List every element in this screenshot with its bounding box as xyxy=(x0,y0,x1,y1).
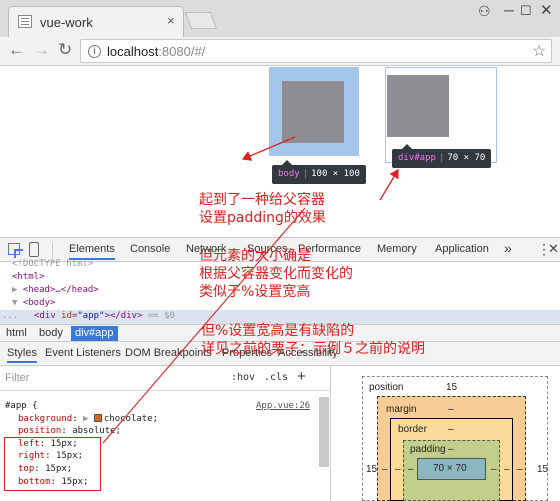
html-node[interactable]: <html> xyxy=(12,271,45,284)
padding-label: padding xyxy=(410,444,446,455)
annotation-percent-drawback: 但%设置宽高是有缺陷的 详见之前的栗子：示例５之前的说明 xyxy=(201,323,425,357)
dollar-zero: == $0 xyxy=(147,311,175,321)
expand-arrow-icon[interactable]: ▶ xyxy=(12,285,23,295)
body-node[interactable]: ▼ <body> xyxy=(12,297,55,310)
styles-scrollbar[interactable] xyxy=(319,397,329,467)
position-label: position xyxy=(369,382,404,393)
back-arrow-icon[interactable]: ← xyxy=(8,40,25,60)
collapse-arrow-icon[interactable]: ▼ xyxy=(12,298,23,308)
color-swatch-icon[interactable] xyxy=(93,414,102,422)
rule-source-link[interactable]: App.vue:26 xyxy=(256,400,310,412)
app-box xyxy=(387,75,449,137)
panel-divider[interactable] xyxy=(330,366,331,501)
rule-selector[interactable]: #app { xyxy=(5,400,38,412)
tab-application[interactable]: Application xyxy=(435,243,489,255)
head-node[interactable]: ▶ <head>…</head> xyxy=(12,284,99,297)
devtools-close-icon[interactable]: ✕ xyxy=(548,241,559,257)
position-right-value[interactable]: 15 xyxy=(537,464,548,475)
address-url[interactable]: localhost:8080/#/ xyxy=(107,44,205,59)
reload-icon[interactable]: ↻ xyxy=(58,40,72,60)
toolbar-divider xyxy=(52,243,53,258)
border-right-value[interactable]: – xyxy=(504,464,510,475)
margin-left-value[interactable]: – xyxy=(382,464,388,475)
new-rule-button[interactable]: + xyxy=(297,368,306,385)
tooltip-size: 100 × 100 xyxy=(311,169,360,179)
site-info-icon[interactable]: i xyxy=(88,45,101,58)
browser-tab-strip: vue-work × ⚇ ─ ☐ ✕ xyxy=(0,0,560,37)
tab-console[interactable]: Console xyxy=(130,243,170,255)
class-toggle-button[interactable]: .cls xyxy=(264,372,288,383)
inspect-element-icon[interactable] xyxy=(8,243,23,258)
tab-event-listeners[interactable]: Event Listeners xyxy=(45,347,121,359)
annotation-padding-effect: 起到了一种给父容器 设置padding的效果 xyxy=(199,192,326,226)
position-top-value[interactable]: 15 xyxy=(446,382,457,393)
breadcrumb-div-app[interactable]: div#app xyxy=(71,326,118,341)
div-tag: div xyxy=(39,311,56,321)
filter-input[interactable]: Filter xyxy=(5,372,29,384)
body-tag: <body> xyxy=(22,298,56,308)
border-left-value[interactable]: – xyxy=(395,464,401,475)
padding-right-value[interactable]: – xyxy=(491,464,497,475)
address-bar[interactable]: i localhost:8080/#/ ☆ xyxy=(80,39,552,63)
browser-toolbar: ← → ↻ i localhost:8080/#/ ☆ xyxy=(0,37,560,66)
body-tooltip: body | 100 × 100 xyxy=(272,160,366,184)
annotation-size-follows-parent: 但元素的大小确是 根据父容器变化而变化的 类似于%设置宽高 xyxy=(199,248,353,300)
tab-dom-breakpoints[interactable]: DOM Breakpoints xyxy=(125,347,212,359)
user-profile-icon[interactable]: ⚇ xyxy=(478,3,491,20)
declaration-position[interactable]: position: absolute; xyxy=(18,425,121,437)
border-label: border xyxy=(398,424,427,435)
bookmark-star-icon[interactable]: ☆ xyxy=(532,41,546,61)
breadcrumb-body[interactable]: body xyxy=(35,326,67,341)
tab-title: vue-work xyxy=(40,15,93,30)
declaration-background[interactable]: background: ▶ chocolate; xyxy=(18,413,158,425)
padding-top-value[interactable]: – xyxy=(448,444,454,455)
device-toolbar-icon[interactable] xyxy=(29,242,39,257)
margin-label: margin xyxy=(386,404,417,415)
node-ellipsis[interactable]: ... xyxy=(2,310,18,323)
margin-right-value[interactable]: – xyxy=(517,464,523,475)
padding-left-value[interactable]: – xyxy=(408,464,414,475)
content-size[interactable]: 70 × 70 xyxy=(433,463,467,474)
tab-close-icon[interactable]: × xyxy=(167,13,175,28)
tooltip-size: 70 × 70 xyxy=(447,153,486,163)
tab-styles[interactable]: Styles xyxy=(7,347,37,363)
url-host: localhost xyxy=(107,44,159,59)
browser-tab[interactable]: vue-work × xyxy=(8,6,184,37)
doctype-node[interactable]: <!DOCTYPE html> xyxy=(12,258,93,271)
head-tag: <head>…</head> xyxy=(22,285,99,295)
div-close-tag: </div> xyxy=(109,311,143,321)
tab-memory[interactable]: Memory xyxy=(377,243,417,255)
body-inner-box xyxy=(282,81,344,143)
tooltip-selector: body xyxy=(278,169,300,179)
forward-arrow-icon[interactable]: → xyxy=(33,40,50,60)
position-left-value[interactable]: 15 xyxy=(366,464,377,475)
url-path: :8080/#/ xyxy=(158,44,206,59)
window-close-icon[interactable]: ✕ xyxy=(540,1,553,19)
div-attr-value: "app" xyxy=(77,311,105,321)
margin-top-value[interactable]: – xyxy=(448,404,454,415)
tooltip-selector: div#app xyxy=(398,153,436,163)
div-app-node: <div id="app"></div> == $0 xyxy=(34,311,175,321)
more-tabs-icon[interactable]: » xyxy=(504,240,512,256)
breadcrumb-html[interactable]: html xyxy=(2,326,31,341)
annotation-highlight-box xyxy=(4,437,101,491)
app-tooltip: div#app | 70 × 70 xyxy=(392,144,492,168)
page-favicon-icon xyxy=(18,15,32,28)
styles-filter-bar: Filter :hov .cls + xyxy=(0,366,330,391)
div-attr: id xyxy=(61,311,72,321)
window-minimize-icon[interactable]: ─ xyxy=(504,2,514,18)
window-maximize-icon[interactable]: ☐ xyxy=(520,3,532,19)
hover-state-button[interactable]: :hov xyxy=(231,372,255,383)
new-tab-button[interactable] xyxy=(184,12,218,29)
border-top-value[interactable]: – xyxy=(448,424,454,435)
